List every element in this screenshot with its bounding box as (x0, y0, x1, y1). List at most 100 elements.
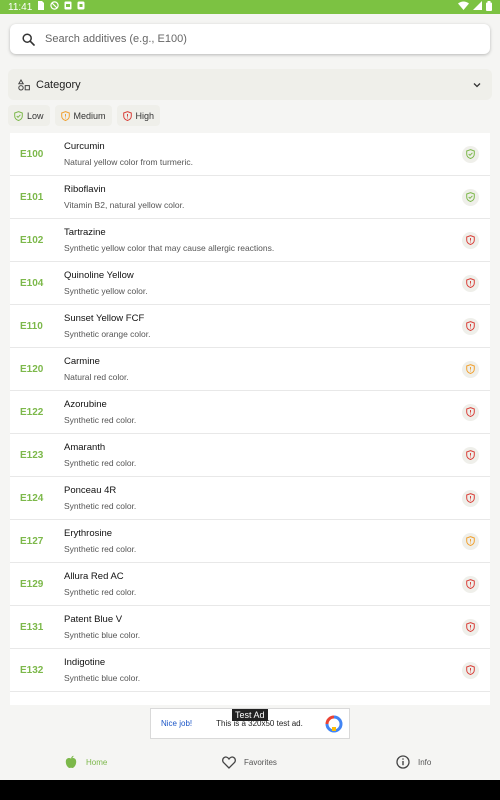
additive-code: E129 (20, 578, 44, 590)
additive-row[interactable]: E110 Sunset Yellow FCF Synthetic orange co… (10, 305, 490, 348)
additive-name: Quinoline Yellow (64, 270, 134, 281)
additive-code: E132 (20, 664, 44, 676)
additive-texts: Indigotine Synthetic blue color. (64, 657, 462, 683)
sim-icon (37, 1, 45, 13)
apple-icon (65, 755, 77, 768)
additive-texts: Erythrosine Synthetic red color. (64, 528, 462, 554)
shield-check-icon (462, 145, 479, 163)
shield-warning-icon (462, 661, 479, 679)
filter-chip-medium[interactable]: Medium (54, 105, 112, 126)
info-icon (396, 755, 410, 769)
additive-row[interactable]: E122 Azorubine Synthetic red color. (10, 391, 490, 434)
additive-row[interactable]: E129 Allura Red AC Synthetic red color. (10, 563, 490, 606)
search-bar[interactable] (10, 24, 490, 54)
additive-row[interactable]: E100 Curcumin Natural yellow color from tu… (10, 133, 490, 176)
category-dropdown[interactable]: Category (8, 69, 492, 100)
additive-name: Erythrosine (64, 528, 113, 539)
additive-texts: Allura Red AC Synthetic red color. (64, 571, 462, 597)
additive-code: E127 (20, 535, 44, 547)
additive-name: Allura Red AC (64, 571, 124, 582)
additive-description: Synthetic red color. (64, 501, 137, 511)
test-ad-badge: Test Ad (232, 709, 268, 721)
additive-list[interactable]: E100 Curcumin Natural yellow color from tu… (10, 133, 490, 705)
filter-chip-label: Medium (73, 110, 106, 121)
system-nav-bar (0, 780, 500, 800)
additive-name: Tartrazine (64, 227, 106, 238)
additive-row[interactable]: E120 Carmine Natural red color. (10, 348, 490, 391)
additive-row[interactable]: E123 Amaranth Synthetic red color. (10, 434, 490, 477)
additive-row[interactable]: E127 Erythrosine Synthetic red color. (10, 520, 490, 563)
chevron-down-icon (473, 82, 481, 87)
filter-chip-label: Low (27, 110, 44, 121)
shield-check-icon (14, 110, 23, 121)
additive-code: E122 (20, 406, 44, 418)
additive-texts: Carmine Natural red color. (64, 356, 462, 382)
additive-name: Ponceau 4R (64, 485, 117, 496)
category-label: Category (36, 78, 81, 91)
additive-row[interactable]: E132 Indigotine Synthetic blue color. (10, 649, 490, 692)
battery-icon (486, 0, 492, 14)
no-disturb-icon (50, 1, 59, 13)
filter-chip-low[interactable]: Low (8, 105, 50, 126)
shield-warning-icon (462, 489, 479, 507)
heart-icon (222, 755, 236, 769)
status-bar: 11:41 (0, 0, 500, 14)
additive-row[interactable]: E124 Ponceau 4R Synthetic red color. (10, 477, 490, 520)
nav-info[interactable]: Info (396, 755, 431, 769)
additive-name: Azorubine (64, 399, 107, 410)
additive-row[interactable]: E101 Riboflavin Vitamin B2, natural yellow… (10, 176, 490, 219)
additive-description: Synthetic red color. (64, 544, 137, 554)
shield-warning-icon (462, 575, 479, 593)
shield-warning-icon (60, 110, 70, 121)
additive-texts: Quinoline Yellow Synthetic yellow color. (64, 270, 462, 296)
wifi-icon (458, 1, 469, 13)
additive-description: Synthetic red color. (64, 458, 137, 468)
additive-name: Indigotine (64, 657, 106, 668)
shield-warning-icon (462, 532, 479, 550)
additive-name: Patent Blue V (64, 614, 123, 625)
additive-code: E131 (20, 621, 44, 633)
shield-warning-icon (462, 231, 479, 249)
shield-warning-icon (462, 360, 479, 378)
additive-description: Synthetic red color. (64, 415, 137, 425)
nav-favorites[interactable]: Favorites (222, 755, 277, 769)
shield-warning-icon (462, 618, 479, 636)
additive-texts: Riboflavin Vitamin B2, natural yellow col… (64, 184, 462, 210)
additive-row[interactable]: E104 Quinoline Yellow Synthetic yellow col… (10, 262, 490, 305)
status-time: 11:41 (8, 1, 33, 13)
signal-icon (473, 1, 482, 13)
additive-row[interactable]: E102 Tartrazine Synthetic yellow color tha… (10, 219, 490, 262)
additive-description: Synthetic yellow color that may cause al… (64, 243, 275, 253)
additive-description: Synthetic blue color. (64, 673, 141, 683)
additive-description: Natural yellow color from turmeric. (64, 157, 193, 167)
additive-texts: Curcumin Natural yellow color from turmer… (64, 141, 462, 167)
shield-danger-icon (122, 110, 132, 121)
nav-home[interactable]: Home (64, 755, 107, 769)
additive-code: E123 (20, 449, 44, 461)
ad-logo-icon (325, 715, 343, 732)
additive-name: Curcumin (64, 141, 105, 152)
search-input[interactable] (45, 33, 465, 45)
additive-description: Synthetic red color. (64, 587, 137, 597)
shield-warning-icon (462, 274, 479, 292)
storage-icon (64, 1, 72, 13)
additive-name: Riboflavin (64, 184, 106, 195)
nav-favorites-label: Favorites (244, 757, 277, 767)
additive-description: Natural red color. (64, 372, 129, 382)
shield-warning-icon (462, 317, 479, 335)
additive-code: E100 (20, 148, 44, 160)
nav-info-label: Info (418, 757, 432, 767)
category-icon (18, 78, 30, 91)
nav-home-label: Home (86, 757, 108, 767)
additive-texts: Azorubine Synthetic red color. (64, 399, 462, 425)
additive-code: E104 (20, 277, 44, 289)
risk-filter-chips: Low Medium High (8, 105, 161, 126)
additive-texts: Patent Blue V Synthetic blue color. (64, 614, 462, 640)
additive-description: Synthetic blue color. (64, 630, 141, 640)
additive-name: Carmine (64, 356, 100, 367)
shield-warning-icon (462, 446, 479, 464)
shield-warning-icon (462, 403, 479, 421)
filter-chip-high[interactable]: High (116, 105, 161, 126)
additive-row[interactable]: E131 Patent Blue V Synthetic blue color. (10, 606, 490, 649)
additive-code: E101 (20, 191, 44, 203)
